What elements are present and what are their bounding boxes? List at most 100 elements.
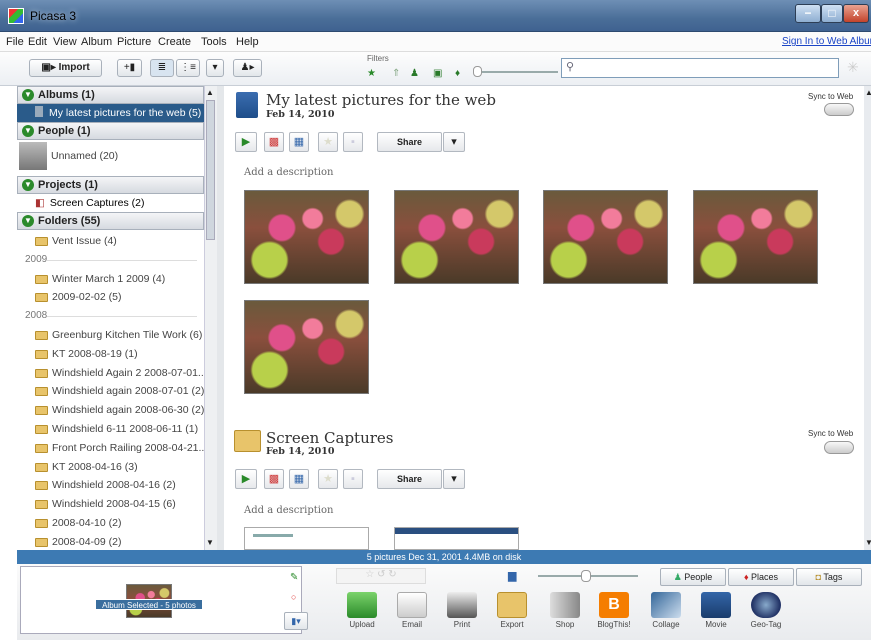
photo-thumbnail[interactable] xyxy=(543,190,668,284)
print-action[interactable]: Print xyxy=(440,592,484,629)
sidebar-item-folder[interactable]: 2009-02-02 (5) xyxy=(17,288,204,306)
album2-share-button[interactable]: Share xyxy=(377,469,442,489)
album1-add-description[interactable]: Add a description xyxy=(244,167,333,178)
menu-edit[interactable]: Edit xyxy=(28,36,47,48)
album2-share-dropdown[interactable]: ▾ xyxy=(443,469,465,489)
sidebar-item-folder[interactable]: Windshield again 2008-07-01 (2) xyxy=(17,382,204,400)
menu-help[interactable]: Help xyxy=(236,36,259,48)
shop-action[interactable]: Shop xyxy=(543,592,587,629)
projects-header[interactable]: ▼ Projects (1) xyxy=(17,176,204,194)
import-button[interactable]: ▣▸ Import xyxy=(29,59,102,77)
scroll-up-icon[interactable]: ▲ xyxy=(206,88,214,97)
date-slider-handle[interactable] xyxy=(473,66,482,77)
sidebar-item-folder[interactable]: Front Porch Railing 2008-04-21... xyxy=(17,439,204,457)
menu-file[interactable]: File xyxy=(6,36,24,48)
album1-title[interactable]: My latest pictures for the web xyxy=(266,91,496,109)
album2-title[interactable]: Screen Captures xyxy=(266,429,394,447)
hold-pin-icon[interactable]: ✎ xyxy=(290,572,298,583)
minimize-button[interactable]: − xyxy=(795,4,821,23)
album1-collage-button[interactable]: ▩ xyxy=(264,132,284,152)
album2-save-button[interactable]: ▪ xyxy=(343,469,363,489)
photo-thumbnail[interactable] xyxy=(244,300,369,394)
sidebar-item-folder[interactable]: Windshield again 2008-06-30 (2) xyxy=(17,401,204,419)
pane-splitter[interactable] xyxy=(217,86,224,550)
view-dropdown-button[interactable]: ▾ xyxy=(206,59,224,77)
album1-sync-toggle[interactable] xyxy=(824,103,854,116)
scroll-down-icon[interactable]: ▼ xyxy=(206,538,214,547)
blogthis-action[interactable]: B BlogThis! xyxy=(592,592,636,629)
sidebar-scroll-thumb[interactable] xyxy=(206,100,215,240)
album2-collage-button[interactable]: ▩ xyxy=(264,469,284,489)
screenshot-thumbnail[interactable] xyxy=(394,527,519,550)
screenshot-thumbnail[interactable] xyxy=(244,527,369,550)
add-to-album-button[interactable]: +▮ xyxy=(117,59,142,77)
geotag-filter-icon[interactable]: ♦ xyxy=(455,68,460,79)
search-input[interactable] xyxy=(561,58,839,78)
sidebar-item-folder[interactable]: Winter March 1 2009 (4) xyxy=(17,270,204,288)
album2-add-description[interactable]: Add a description xyxy=(244,505,333,516)
menu-view[interactable]: View xyxy=(53,36,77,48)
main-scrollbar[interactable] xyxy=(864,86,871,550)
scroll-down-icon[interactable]: ▼ xyxy=(865,538,871,547)
menu-picture[interactable]: Picture xyxy=(117,36,151,48)
album2-movie-button[interactable]: ▦ xyxy=(289,469,309,489)
faces-filter-icon[interactable]: ♟ xyxy=(410,68,419,79)
people-button[interactable]: ♟ People xyxy=(660,568,726,586)
folder-label: Windshield again 2008-07-01 (2) xyxy=(52,385,204,398)
tray-album-menu[interactable]: ▮▾ xyxy=(284,612,308,630)
sidebar-item-folder[interactable]: KT 2008-04-16 (3) xyxy=(17,458,204,476)
sidebar-item-folder[interactable]: Windshield 2008-04-16 (2) xyxy=(17,476,204,494)
photo-thumbnail[interactable] xyxy=(244,190,369,284)
movie-action[interactable]: Movie xyxy=(694,592,738,629)
menu-create[interactable]: Create xyxy=(158,36,191,48)
view-tree-button[interactable]: ⋮≡ xyxy=(176,59,200,77)
places-button[interactable]: ♦ Places xyxy=(728,568,794,586)
sidebar-item-album-latest[interactable]: My latest pictures for the web (5) xyxy=(17,104,204,122)
sidebar-item-folder[interactable]: Windshield Again 2 2008-07-01... xyxy=(17,364,204,382)
clear-tray-icon[interactable]: ○ xyxy=(291,592,296,602)
photo-thumbnail[interactable] xyxy=(394,190,519,284)
collage-action[interactable]: Collage xyxy=(644,592,688,629)
sidebar-item-folder[interactable]: Windshield 6-11 2008-06-11 (1) xyxy=(17,420,204,438)
rotate-buttons[interactable]: ☆ ↺ ↻ xyxy=(336,568,426,584)
export-action[interactable]: Export xyxy=(490,592,534,629)
album1-save-button[interactable]: ▪ xyxy=(343,132,363,152)
photo-thumbnail[interactable] xyxy=(693,190,818,284)
sidebar-item-folder[interactable]: Greenburg Kitchen Tile Work (6) xyxy=(17,326,204,344)
menu-album[interactable]: Album xyxy=(81,36,112,48)
close-button[interactable]: x xyxy=(843,4,869,23)
album2-star-button[interactable]: ★ xyxy=(318,469,338,489)
album1-star-button[interactable]: ★ xyxy=(318,132,338,152)
sidebar-item-folder[interactable]: 2008-04-09 (2) xyxy=(17,533,204,550)
upload-toolbar-button[interactable]: ♟▸ xyxy=(233,59,262,77)
album1-share-dropdown[interactable]: ▾ xyxy=(443,132,465,152)
maximize-button[interactable]: □ xyxy=(821,4,843,23)
album2-sync-toggle[interactable] xyxy=(824,441,854,454)
sidebar-item-folder[interactable]: Windshield 2008-04-15 (6) xyxy=(17,495,204,513)
view-list-button[interactable]: ≣ xyxy=(150,59,174,77)
email-action[interactable]: Email xyxy=(390,592,434,629)
video-filter-icon[interactable]: ▣ xyxy=(433,68,442,79)
date-slider-track[interactable] xyxy=(473,71,558,73)
album1-share-button[interactable]: Share xyxy=(377,132,442,152)
folders-header[interactable]: ▼ Folders (55) xyxy=(17,212,204,230)
sidebar-item-folder[interactable]: Vent Issue (4) xyxy=(17,232,204,250)
sidebar-item-unnamed[interactable]: Unnamed (20) xyxy=(17,142,204,174)
thumbnail-size-handle[interactable] xyxy=(581,570,591,582)
album2-slideshow-button[interactable]: ▶ xyxy=(235,469,257,489)
album1-movie-button[interactable]: ▦ xyxy=(289,132,309,152)
sidebar-item-folder[interactable]: 2008-04-10 (2) xyxy=(17,514,204,532)
uploaded-filter-icon[interactable]: ⇑ xyxy=(392,68,400,79)
albums-header[interactable]: ▼ Albums (1) xyxy=(17,86,204,104)
people-header[interactable]: ▼ People (1) xyxy=(17,122,204,140)
geotag-action[interactable]: Geo-Tag xyxy=(744,592,788,629)
upload-action[interactable]: Upload xyxy=(340,592,384,629)
starred-filter-icon[interactable]: ★ xyxy=(367,68,376,79)
menu-tools[interactable]: Tools xyxy=(201,36,227,48)
sign-in-link[interactable]: Sign In to Web Albums xyxy=(782,36,871,47)
scroll-up-icon[interactable]: ▲ xyxy=(865,88,871,97)
sidebar-item-screen-captures[interactable]: ◧ Screen Captures (2) xyxy=(17,194,204,212)
tags-button[interactable]: ◘ Tags xyxy=(796,568,862,586)
sidebar-item-folder[interactable]: KT 2008-08-19 (1) xyxy=(17,345,204,363)
album1-slideshow-button[interactable]: ▶ xyxy=(235,132,257,152)
